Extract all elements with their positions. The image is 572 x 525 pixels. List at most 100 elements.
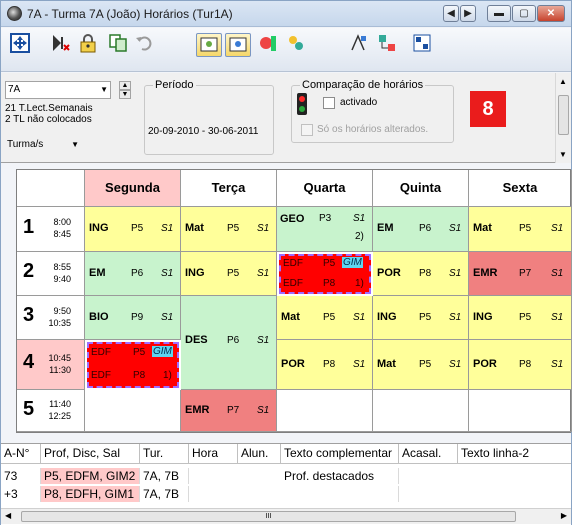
horizontal-scrollbar[interactable]: ◀ III ▶	[1, 508, 571, 524]
lesson-cell-sex-1[interactable]: Mat P5 S1	[469, 207, 572, 252]
activated-checkbox[interactable]	[323, 97, 335, 109]
day-header-segunda[interactable]: Segunda	[85, 170, 181, 207]
view-select[interactable]: Turma/s ▼	[5, 137, 81, 155]
title-bar: 7A - Turma 7A (João) Horários (Tur1A) ◀ …	[1, 1, 571, 27]
prev-button[interactable]: ◀	[443, 5, 459, 22]
traffic-light-icon	[297, 93, 307, 115]
lesson-cell-sex-3[interactable]: ING P5 S1	[469, 296, 572, 340]
column-header-alun[interactable]: Alun.	[238, 444, 281, 464]
lesson-cell-qui-2[interactable]: POR P8 S1	[373, 252, 469, 296]
lesson-cell-qua-3[interactable]: Mat P5 S1	[277, 296, 373, 340]
class-select[interactable]: 7A ▼	[5, 81, 111, 99]
controls-panel: 7A ▼ ▲ ▼ 21 T.Lect.Semanais 2 TL não col…	[1, 73, 571, 163]
lesson-cell-qui-4[interactable]: Mat P5 S1	[373, 340, 469, 390]
period-label: Período	[153, 79, 196, 91]
tree-icon[interactable]	[374, 33, 400, 57]
row-texto: Prof. destacados	[281, 468, 399, 484]
close-button[interactable]: ✕	[537, 5, 565, 22]
lesson-cell-qua-2[interactable]: EDF P5 GIM EDF P8 1)	[279, 254, 371, 294]
sort-icon[interactable]	[346, 33, 372, 57]
toolbar	[1, 28, 571, 72]
lesson-cell-seg-2[interactable]: EM P6 S1	[85, 252, 181, 296]
scroll-left-icon[interactable]: ◀	[5, 511, 11, 520]
lesson-cell-sex-4[interactable]: POR P8 S1	[469, 340, 572, 390]
lesson-cell-seg-4[interactable]: EDF P5 GIM EDF P8 1)	[87, 342, 179, 388]
day-header-sexta[interactable]: Sexta	[469, 170, 572, 207]
chevron-down-icon: ▼	[71, 140, 79, 149]
lesson-subject: GEO	[280, 213, 305, 225]
column-header-an[interactable]: A-N°	[1, 444, 41, 464]
scroll-up-icon[interactable]: ▲	[559, 77, 567, 86]
app-icon	[7, 6, 22, 21]
period-end: 8:45	[53, 229, 71, 239]
lesson-room: P5	[419, 312, 432, 323]
teacher-view-icon[interactable]	[196, 33, 222, 57]
empty-cell-qua-5[interactable]	[277, 390, 373, 432]
period-end: 9:40	[53, 274, 71, 284]
lesson-cell-qua-1[interactable]: GEO P3 S1 2)	[277, 207, 373, 252]
scroll-thumb[interactable]	[558, 95, 569, 135]
lesson-subject: EMR	[473, 267, 498, 279]
lesson-cell-qua-4[interactable]: POR P8 S1	[277, 340, 373, 390]
day-header-quinta[interactable]: Quinta	[373, 170, 469, 207]
empty-cell-seg-5[interactable]	[85, 390, 181, 432]
undo-icon[interactable]	[131, 33, 157, 57]
column-header-tur[interactable]: Tur.	[140, 444, 189, 464]
lesson-subject: EMR	[185, 404, 210, 416]
lesson-cell-sex-2[interactable]: EMR P7 S1	[469, 252, 572, 296]
lesson-subject: ING	[377, 311, 397, 323]
lesson-cell-ter-5[interactable]: EMR P7 S1	[181, 390, 277, 432]
lesson-cell-qui-3[interactable]: ING P5 S1	[373, 296, 469, 340]
column-header-acasal[interactable]: Acasal.	[399, 444, 458, 464]
lesson-subject: EDF	[91, 347, 111, 358]
column-header-hora[interactable]: Hora	[189, 444, 238, 464]
lesson-room: P5	[419, 359, 432, 370]
empty-cell-sex-5[interactable]	[469, 390, 572, 432]
lesson-cell-ter-3-4[interactable]: DES P6 S1	[181, 296, 277, 390]
panel-scrollbar[interactable]: ▲ ▼	[555, 73, 571, 163]
period-number: 3	[23, 304, 35, 326]
lesson-cell-seg-1[interactable]: ING P5 S1	[85, 207, 181, 252]
period-start: 9:50	[53, 306, 71, 316]
column-header-prof[interactable]: Prof, Disc, Sal	[41, 444, 140, 464]
lesson-subject: ING	[473, 311, 493, 323]
layout-icon[interactable]	[409, 33, 435, 57]
day-header-quarta[interactable]: Quarta	[277, 170, 373, 207]
copy-icon[interactable]	[105, 33, 131, 57]
lesson-note: 2)	[355, 231, 364, 242]
only-changed-checkbox[interactable]	[301, 124, 313, 136]
activated-label: activado	[340, 97, 378, 108]
maximize-button[interactable]: ▢	[512, 5, 536, 22]
day-header-terca[interactable]: Terça	[181, 170, 277, 207]
lesson-gym-tag: GIM	[152, 346, 173, 357]
column-header-texto[interactable]: Texto complementar	[281, 444, 399, 464]
period-start: 8:55	[53, 262, 71, 272]
column-header-texto2[interactable]: Texto linha-2	[458, 444, 571, 464]
stats-icon[interactable]	[255, 33, 281, 57]
lesson-group: S1	[161, 268, 174, 279]
empty-cell-qui-5[interactable]	[373, 390, 469, 432]
lesson-cell-qui-1[interactable]: EM P6 S1	[373, 207, 469, 252]
lesson-room: P5	[323, 258, 336, 269]
lock-icon[interactable]	[75, 33, 101, 57]
next-button[interactable]: ▶	[460, 5, 476, 22]
lesson-cell-ter-1[interactable]: Mat P5 S1	[181, 207, 277, 252]
scroll-down-icon[interactable]: ▼	[559, 150, 567, 159]
hscroll-thumb[interactable]: III	[21, 511, 516, 522]
spin-down-button[interactable]: ▼	[119, 90, 131, 99]
lesson-cell-ter-2[interactable]: ING P5 S1	[181, 252, 277, 296]
delete-icon[interactable]	[47, 33, 73, 57]
class-view-icon[interactable]	[225, 33, 251, 57]
lesson-group: S1	[551, 312, 564, 323]
lesson-group: S1	[353, 359, 366, 370]
minimize-button[interactable]: ▬	[487, 5, 511, 22]
rooms-icon[interactable]	[283, 33, 309, 57]
view-select-value: Turma/s	[7, 139, 44, 150]
scroll-right-icon[interactable]: ▶	[561, 511, 567, 520]
lesson-subject: POR	[473, 358, 497, 370]
period-end: 12:25	[48, 411, 71, 421]
grid-icon[interactable]	[7, 33, 33, 57]
spin-up-button[interactable]: ▲	[119, 81, 131, 90]
lesson-cell-seg-3[interactable]: BIO P9 S1	[85, 296, 181, 340]
lesson-room: P5	[133, 347, 146, 358]
